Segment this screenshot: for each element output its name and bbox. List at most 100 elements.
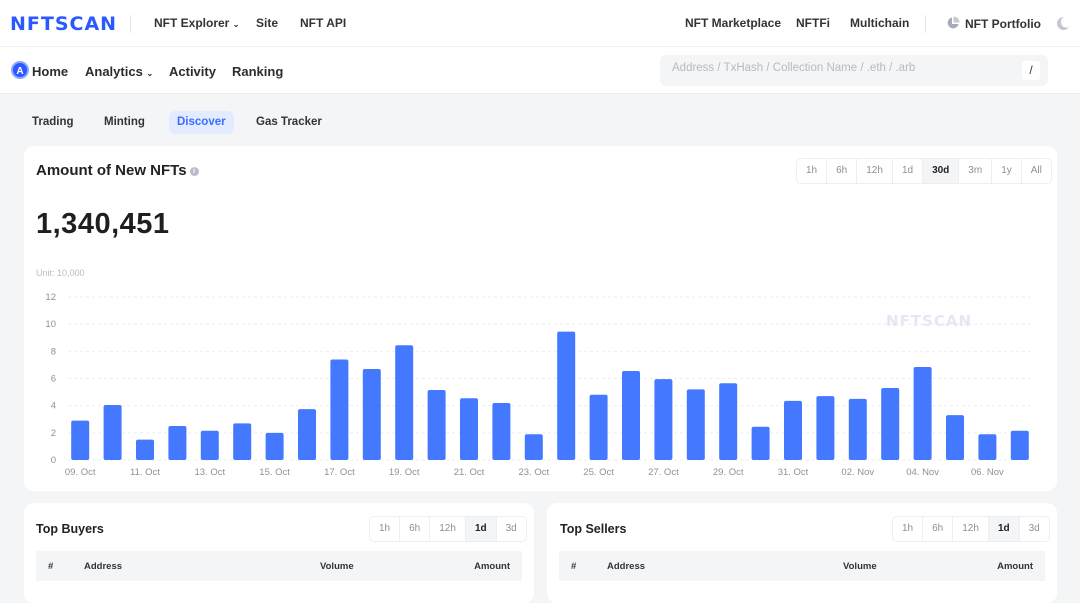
bar-10-oct[interactable]: [103, 404, 122, 460]
bar-25-oct[interactable]: [589, 394, 608, 460]
info-icon[interactable]: i: [189, 166, 199, 176]
bar-16-oct[interactable]: [298, 409, 316, 460]
chevron-down-icon: ⌄: [146, 69, 154, 78]
nftscan-logo[interactable]: NFTSCAN: [10, 13, 117, 35]
bar-19-oct[interactable]: [395, 345, 414, 460]
col-amount: Amount: [474, 561, 510, 572]
card-title: Amount of New NFTs i: [36, 162, 199, 179]
nav-nftfi[interactable]: NFTFi: [796, 16, 830, 30]
sellers-range-selector: 1h 6h 12h 1d 3d: [892, 516, 1050, 542]
bar-30-oct[interactable]: [751, 426, 770, 460]
bar-12-oct[interactable]: [168, 426, 187, 460]
nav-label: Analytics: [85, 64, 143, 79]
bar-06-nov[interactable]: [978, 434, 997, 460]
x-tick-label: 29. Oct: [713, 467, 744, 478]
sellers-range-6h[interactable]: 6h: [923, 517, 954, 541]
x-tick-label: 15. Oct: [259, 467, 290, 478]
nav-multichain[interactable]: Multichain: [850, 16, 909, 30]
col-amount: Amount: [997, 561, 1033, 572]
bar-26-oct[interactable]: [622, 371, 640, 460]
bar-07-nov[interactable]: [1010, 430, 1029, 460]
main-range-1y[interactable]: 1y: [992, 159, 1022, 183]
nav-activity[interactable]: Activity: [169, 64, 216, 79]
main-range-1h[interactable]: 1h: [797, 159, 828, 183]
main-range-30d[interactable]: 30d: [923, 159, 960, 183]
tab-discover[interactable]: Discover: [169, 111, 234, 134]
pie-chart-icon: [947, 16, 960, 29]
nav-ranking[interactable]: Ranking: [232, 64, 283, 79]
tab-trading[interactable]: Trading: [24, 111, 82, 134]
bar-29-oct[interactable]: [719, 383, 738, 460]
bar-02-nov[interactable]: [848, 398, 867, 460]
bar-01-nov[interactable]: [816, 396, 835, 460]
bar-21-oct[interactable]: [460, 398, 478, 460]
col-rank: #: [48, 561, 54, 572]
arbitrum-icon[interactable]: A: [11, 61, 29, 79]
bar-09-oct[interactable]: [71, 420, 90, 460]
bar-05-nov[interactable]: [946, 415, 964, 460]
tab-gas-tracker[interactable]: Gas Tracker: [248, 111, 330, 134]
bar-11-oct[interactable]: [136, 439, 154, 460]
buyers-range-3d[interactable]: 3d: [497, 517, 526, 541]
chevron-down-icon: ⌄: [232, 20, 240, 29]
bar-27-oct[interactable]: [654, 379, 673, 460]
col-volume: Volume: [320, 561, 354, 572]
col-address: Address: [84, 561, 123, 572]
bar-22-oct[interactable]: [492, 402, 511, 460]
sellers-range-1d[interactable]: 1d: [988, 517, 1020, 541]
main-range-3m[interactable]: 3m: [959, 159, 993, 183]
sellers-range-1h[interactable]: 1h: [893, 517, 924, 541]
x-tick-label: 09. Oct: [65, 467, 96, 478]
top-bar: NFTSCAN NFT Explorer ⌄ Site NFT API NFT …: [0, 0, 1080, 47]
bar-24-oct[interactable]: [557, 331, 576, 460]
sellers-range-12h[interactable]: 12h: [953, 517, 989, 541]
search-shortcut-key: /: [1022, 61, 1040, 80]
x-tick-label: 02. Nov: [841, 467, 874, 478]
nav-analytics[interactable]: Analytics ⌄: [85, 64, 153, 79]
title-text: Amount of New NFTs: [36, 162, 187, 179]
main-range-6h[interactable]: 6h: [827, 159, 858, 183]
y-tick-label: 0: [51, 455, 56, 466]
bar-14-oct[interactable]: [233, 423, 252, 460]
buyers-range-1h[interactable]: 1h: [370, 517, 401, 541]
nav-home[interactable]: Home: [32, 64, 68, 79]
bar-18-oct[interactable]: [362, 368, 381, 460]
buyers-range-1d[interactable]: 1d: [465, 517, 497, 541]
x-tick-label: 25. Oct: [583, 467, 614, 478]
col-address: Address: [607, 561, 646, 572]
x-tick-label: 19. Oct: [389, 467, 420, 478]
search-input[interactable]: [672, 62, 1012, 74]
buyers-table-header: # Address Volume Amount: [36, 551, 522, 581]
y-tick-label: 6: [51, 374, 56, 385]
main-range-12h[interactable]: 12h: [857, 159, 893, 183]
nav-nft-api[interactable]: NFT API: [300, 16, 346, 30]
main-range-1d[interactable]: 1d: [893, 159, 924, 183]
nft-portfolio-link[interactable]: NFT Portfolio: [946, 16, 1041, 31]
sellers-range-3d[interactable]: 3d: [1020, 517, 1049, 541]
bar-28-oct[interactable]: [686, 389, 705, 460]
nav-nft-explorer[interactable]: NFT Explorer ⌄: [154, 16, 239, 30]
unit-label: Unit: 10,000: [36, 268, 85, 278]
nav-site[interactable]: Site: [256, 16, 278, 30]
bar-20-oct[interactable]: [427, 390, 446, 460]
x-tick-label: 17. Oct: [324, 467, 355, 478]
top-buyers-title: Top Buyers: [36, 522, 104, 536]
x-tick-label: 11. Oct: [130, 467, 160, 478]
bar-23-oct[interactable]: [524, 434, 543, 460]
main-range-all[interactable]: All: [1022, 159, 1051, 183]
tab-minting[interactable]: Minting: [96, 111, 153, 134]
nav-nft-marketplace[interactable]: NFT Marketplace: [685, 16, 781, 30]
bar-04-nov[interactable]: [913, 366, 932, 460]
y-tick-label: 2: [51, 428, 56, 439]
bar-03-nov[interactable]: [881, 388, 900, 460]
y-tick-label: 8: [51, 346, 56, 357]
bar-13-oct[interactable]: [200, 430, 219, 460]
portfolio-label: NFT Portfolio: [965, 17, 1041, 31]
bar-chart: NFTSCAN 0 2 4 6 8 10 12 09. Oct 11. Oct 13. Oct 15…: [45, 292, 1034, 478]
moon-icon[interactable]: [1055, 16, 1070, 31]
buyers-range-12h[interactable]: 12h: [430, 517, 466, 541]
bar-17-oct[interactable]: [330, 359, 349, 460]
bar-15-oct[interactable]: [265, 432, 284, 460]
buyers-range-6h[interactable]: 6h: [400, 517, 431, 541]
bar-31-oct[interactable]: [784, 400, 802, 460]
